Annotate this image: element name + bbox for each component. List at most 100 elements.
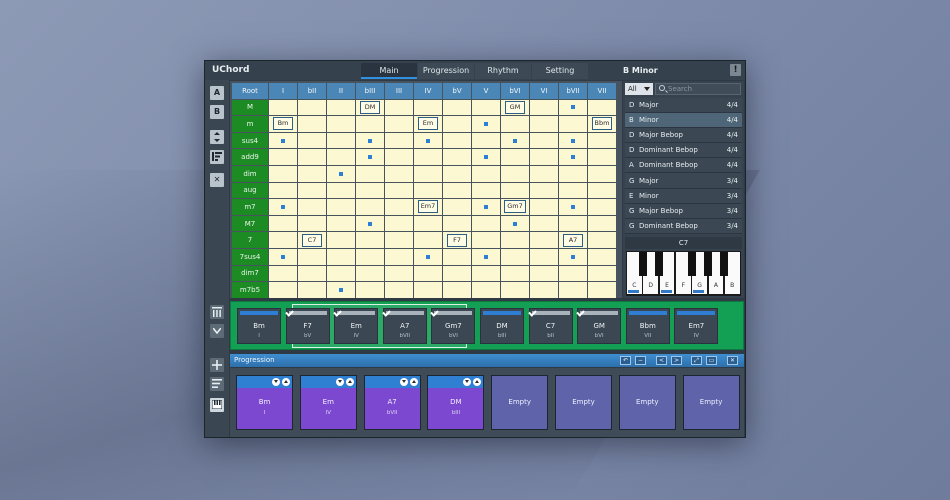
chord-type-label[interactable]: dim7: [232, 265, 268, 282]
grid-cell[interactable]: Em7: [414, 199, 442, 215]
grid-cell[interactable]: [501, 116, 529, 132]
grid-cell[interactable]: [327, 99, 355, 116]
grid-cell[interactable]: [501, 248, 529, 265]
tab-rhythm[interactable]: Rhythm: [475, 63, 531, 79]
grid-cell[interactable]: [269, 282, 297, 298]
grid-cell[interactable]: [443, 116, 471, 132]
grid-cell[interactable]: [385, 116, 413, 132]
piano-black-key[interactable]: [704, 252, 712, 276]
grid-cell[interactable]: [385, 132, 413, 149]
chord-type-label[interactable]: M: [232, 99, 268, 116]
grid-cell[interactable]: [559, 116, 587, 132]
grid-cell[interactable]: [559, 265, 587, 282]
list-view-button[interactable]: [210, 377, 224, 391]
palette-chord[interactable]: Em IV: [334, 308, 379, 344]
grid-cell[interactable]: [414, 165, 442, 182]
grid-cell[interactable]: [501, 149, 529, 165]
window-button[interactable]: ▭: [706, 356, 717, 365]
grid-cell[interactable]: [472, 199, 500, 215]
scale-list-item[interactable]: G Major 3/4: [625, 173, 742, 189]
grid-cell[interactable]: [443, 182, 471, 199]
piano-black-key[interactable]: [655, 252, 664, 276]
grid-cell[interactable]: [443, 99, 471, 116]
grid-cell[interactable]: [501, 282, 529, 298]
grid-cell[interactable]: [588, 132, 616, 149]
next-button[interactable]: >: [671, 356, 682, 365]
empty-progression-slot[interactable]: Empty: [618, 375, 676, 430]
grid-cell[interactable]: [472, 215, 500, 232]
grid-cell[interactable]: [530, 215, 558, 232]
chord-type-label[interactable]: m: [232, 116, 268, 132]
move-up-icon[interactable]: [473, 378, 482, 386]
grid-cell[interactable]: [385, 165, 413, 182]
chord-type-label[interactable]: M7: [232, 215, 268, 232]
scale-list-item[interactable]: A Dominant Bebop 4/4: [625, 158, 742, 174]
grid-cell[interactable]: [327, 165, 355, 182]
palette-chord[interactable]: F7 bV: [285, 308, 330, 344]
grid-cell[interactable]: [269, 215, 297, 232]
tab-setting[interactable]: Setting: [532, 63, 588, 79]
grid-cell[interactable]: [559, 165, 587, 182]
grid-cell[interactable]: [472, 182, 500, 199]
move-down-icon[interactable]: [399, 378, 408, 386]
progression-slot[interactable]: DM bIII: [427, 375, 485, 430]
grid-cell[interactable]: [298, 165, 326, 182]
grid-cell[interactable]: [298, 149, 326, 165]
chord-type-label[interactable]: dim: [232, 165, 268, 182]
close-grid-button[interactable]: ✕: [210, 173, 224, 187]
grid-cell[interactable]: [385, 99, 413, 116]
grid-cell[interactable]: [327, 232, 355, 248]
grid-cell[interactable]: [356, 182, 384, 199]
grid-cell[interactable]: [559, 215, 587, 232]
sort-updown-button[interactable]: [210, 130, 224, 144]
grid-cell[interactable]: [588, 99, 616, 116]
grid-cell[interactable]: C7: [298, 232, 326, 248]
grid-cell[interactable]: [385, 199, 413, 215]
grid-cell[interactable]: [298, 199, 326, 215]
grid-cell[interactable]: [298, 215, 326, 232]
move-button[interactable]: [210, 358, 224, 372]
grid-cell[interactable]: [530, 265, 558, 282]
grid-cell[interactable]: [559, 282, 587, 298]
grid-cell[interactable]: [269, 132, 297, 149]
scale-search-input[interactable]: Search: [655, 83, 741, 95]
grid-cell[interactable]: [472, 149, 500, 165]
b-button[interactable]: B: [210, 105, 224, 119]
palette-chord[interactable]: GM bVI: [577, 308, 622, 344]
grid-cell[interactable]: DM: [356, 99, 384, 116]
grid-cell[interactable]: [501, 232, 529, 248]
grid-cell[interactable]: [530, 182, 558, 199]
grid-cell[interactable]: [269, 199, 297, 215]
move-down-icon[interactable]: [272, 378, 280, 386]
grid-cell[interactable]: [588, 232, 616, 248]
move-down-icon[interactable]: [463, 378, 472, 386]
progression-slot[interactable]: Bm I: [236, 375, 293, 430]
grid-cell[interactable]: [588, 149, 616, 165]
piano-black-key[interactable]: [638, 252, 647, 276]
grid-cell[interactable]: [414, 215, 442, 232]
a-button[interactable]: A: [210, 86, 224, 100]
empty-progression-slot[interactable]: Empty: [555, 375, 612, 430]
grid-cell[interactable]: [588, 182, 616, 199]
grid-cell[interactable]: [356, 232, 384, 248]
grid-cell[interactable]: [414, 232, 442, 248]
grid-cell[interactable]: [501, 165, 529, 182]
grid-cell[interactable]: [356, 282, 384, 298]
expand-palette-button[interactable]: [210, 324, 224, 338]
minimize-button[interactable]: −: [635, 356, 646, 365]
mixer-button[interactable]: [210, 305, 224, 319]
grid-cell[interactable]: [356, 265, 384, 282]
grid-cell[interactable]: [443, 165, 471, 182]
grid-cell[interactable]: [588, 165, 616, 182]
grid-cell[interactable]: [414, 248, 442, 265]
grid-cell[interactable]: [530, 149, 558, 165]
info-button[interactable]: !: [730, 64, 741, 76]
grid-cell[interactable]: [472, 248, 500, 265]
grid-cell[interactable]: [472, 116, 500, 132]
resize-button[interactable]: ⤢: [691, 356, 702, 365]
grid-cell[interactable]: [385, 149, 413, 165]
tab-main[interactable]: Main: [361, 63, 417, 79]
grid-cell[interactable]: [472, 282, 500, 298]
grid-cell[interactable]: [501, 215, 529, 232]
empty-progression-slot[interactable]: Empty: [491, 375, 549, 430]
